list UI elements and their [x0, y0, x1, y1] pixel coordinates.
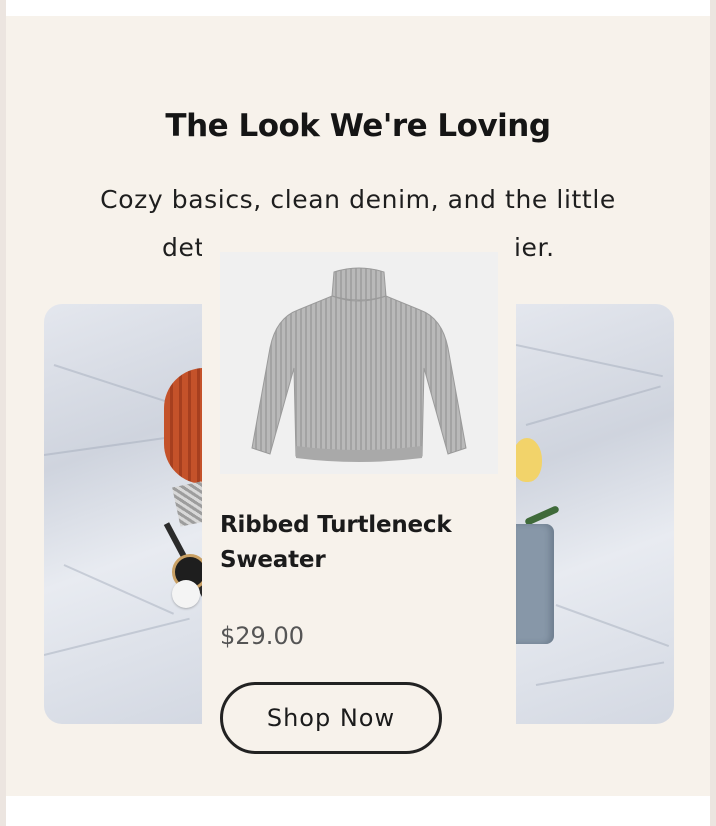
section-subtitle: Cozy basics, clean denim, and the little…: [70, 176, 646, 262]
lifestyle-image-left[interactable]: [44, 304, 202, 724]
subtitle-line-2-start: det: [162, 233, 205, 262]
subtitle-line-1: Cozy basics, clean denim, and the little: [100, 185, 616, 214]
product-name[interactable]: Ribbed Turtleneck Sweater: [220, 508, 500, 578]
product-card[interactable]: Ribbed Turtleneck Sweater $29.00 Shop No…: [202, 232, 516, 792]
knit-scarf-icon: [164, 368, 202, 484]
carousel-dot[interactable]: [172, 580, 200, 608]
shop-now-button[interactable]: Shop Now: [220, 682, 442, 754]
product-price: $29.00: [220, 622, 304, 650]
lifestyle-image-right[interactable]: [516, 304, 674, 724]
product-image[interactable]: [220, 252, 498, 474]
striped-fabric-icon: [172, 481, 202, 527]
sweater-icon: [251, 267, 467, 462]
subtitle-line-2-end: ier.: [514, 233, 555, 262]
folded-denim-icon: [516, 524, 554, 644]
leaf-icon: [524, 504, 560, 527]
section-title: The Look We're Loving: [165, 108, 551, 144]
flower-bud-icon: [516, 438, 542, 482]
